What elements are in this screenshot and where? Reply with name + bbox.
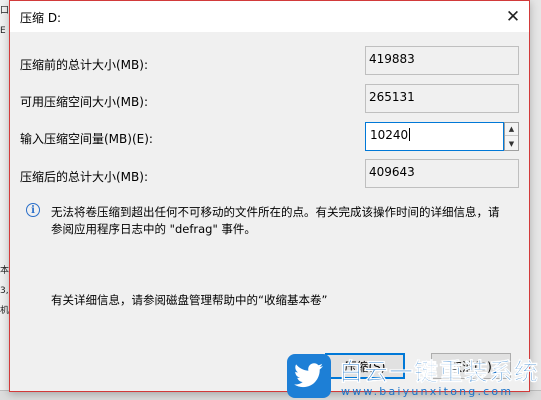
background-glyph: 本 <box>0 266 10 276</box>
arrow-up-icon: ▲ <box>508 125 515 133</box>
info-message: 无法将卷压缩到超出任何不可移动的文件所在的点。有关完成该操作时间的详细信息，请 … <box>51 204 531 238</box>
arrow-down-icon: ▼ <box>508 139 515 148</box>
total-before-value: 419883 <box>365 46 519 75</box>
shrink-dialog: 压缩 D: ✕ 压缩前的总计大小(MB): 419883 可用压缩空间大小(MB… <box>9 0 530 392</box>
total-after-label: 压缩后的总计大小(MB): <box>20 170 148 184</box>
watermark-title: 白云一键重装系统 <box>339 358 539 387</box>
spin-down-button[interactable]: ▼ <box>505 137 518 150</box>
info-icon: i <box>26 203 40 217</box>
bird-logo-icon <box>287 354 331 398</box>
total-after-value-text: 409643 <box>369 165 415 179</box>
dialog-title: 压缩 D: <box>20 11 62 25</box>
background-glyph: 机 <box>0 306 10 316</box>
background-glyph: E <box>0 26 6 36</box>
available-value: 265131 <box>365 84 519 113</box>
total-after-value: 409643 <box>365 159 519 188</box>
total-before-value-text: 419883 <box>369 52 415 66</box>
info-line-2: 参阅应用程序日志中的 "defrag" 事件。 <box>51 222 256 236</box>
close-button[interactable]: ✕ <box>497 1 529 32</box>
info-line-1: 无法将卷压缩到超出任何不可移动的文件所在的点。有关完成该操作时间的详细信息，请 <box>51 205 500 219</box>
shrink-amount-value: 10240 <box>370 128 409 142</box>
text-caret <box>409 128 411 141</box>
background-glyph: 3, <box>0 286 9 296</box>
background-glyph: 口 <box>0 6 10 16</box>
watermark-url: www.baiyunxitong.com <box>341 385 514 398</box>
background-window-right <box>529 0 541 400</box>
shrink-amount-input[interactable]: 10240 <box>365 122 504 151</box>
title-bar[interactable]: 压缩 D: ✕ <box>10 1 529 32</box>
total-before-label: 压缩前的总计大小(MB): <box>20 58 148 72</box>
spin-up-button[interactable]: ▲ <box>505 123 518 136</box>
available-value-text: 265131 <box>369 90 415 104</box>
watermark: 白云一键重装系统 www.baiyunxitong.com <box>287 352 541 400</box>
available-label: 可用压缩空间大小(MB): <box>20 95 148 109</box>
close-icon: ✕ <box>505 6 521 27</box>
input-label: 输入压缩空间量(MB)(E): <box>20 132 153 146</box>
help-text: 有关详细信息，请参阅磁盘管理帮助中的“收缩基本卷” <box>51 293 328 307</box>
shrink-amount-spinner[interactable]: ▲ ▼ <box>504 122 519 151</box>
